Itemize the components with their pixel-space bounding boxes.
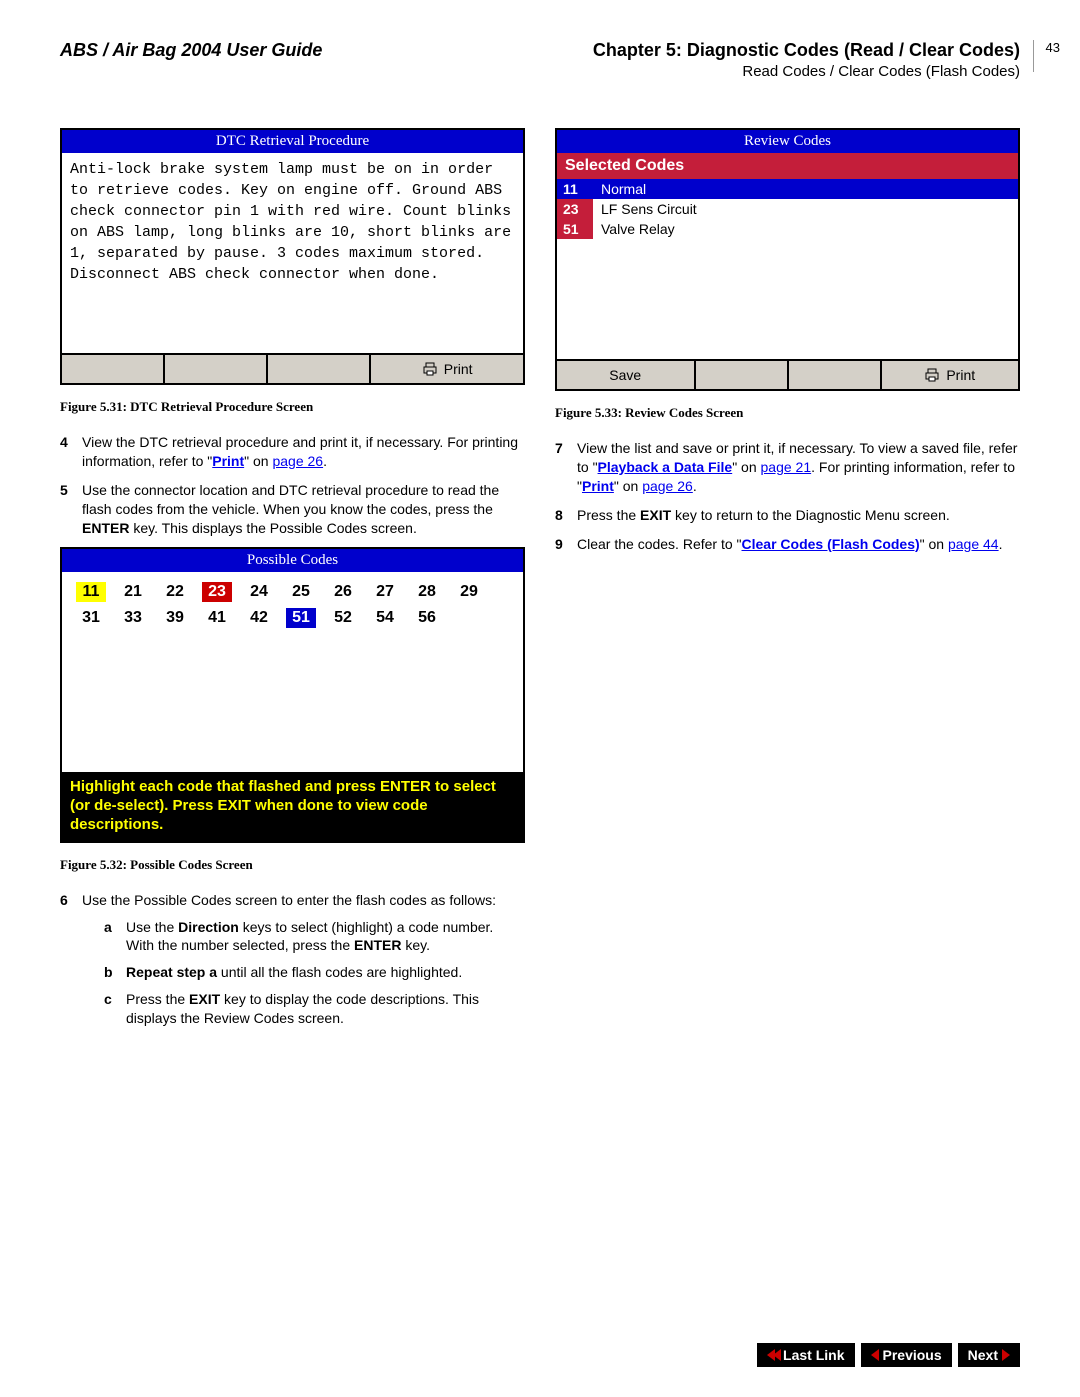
print-label: Print bbox=[946, 367, 975, 383]
possible-codes-title: Possible Codes bbox=[62, 549, 523, 572]
code-21[interactable]: 21 bbox=[118, 582, 148, 602]
code-28[interactable]: 28 bbox=[412, 582, 442, 602]
printer-icon bbox=[924, 368, 940, 382]
playback-data-file-link[interactable]: Playback a Data File bbox=[598, 459, 733, 475]
dtc-retrieval-screen: DTC Retrieval Procedure Anti-lock brake … bbox=[60, 128, 525, 385]
chapter-title: Chapter 5: Diagnostic Codes (Read / Clea… bbox=[593, 40, 1020, 61]
footer-blank-1[interactable] bbox=[62, 355, 165, 383]
left-column: DTC Retrieval Procedure Anti-lock brake … bbox=[60, 128, 525, 1046]
step-9: 9 Clear the codes. Refer to "Clear Codes… bbox=[555, 535, 1020, 554]
code-25[interactable]: 25 bbox=[286, 582, 316, 602]
step-6c: c Press the EXIT key to display the code… bbox=[104, 990, 525, 1028]
step-8-num: 8 bbox=[555, 506, 577, 525]
page-number: 43 bbox=[1033, 40, 1060, 72]
code-42[interactable]: 42 bbox=[244, 608, 274, 628]
code-54[interactable]: 54 bbox=[370, 608, 400, 628]
instruction-bar: Highlight each code that flashed and pre… bbox=[62, 772, 523, 840]
chapter-block: Chapter 5: Diagnostic Codes (Read / Clea… bbox=[593, 40, 1020, 80]
dtc-screen-body: Anti-lock brake system lamp must be on i… bbox=[62, 153, 523, 353]
codes-grid: 11 21 22 23 24 25 26 27 28 29 31 33 39 41 42 51 52 54 56 bbox=[62, 572, 523, 772]
step-5-num: 5 bbox=[60, 481, 82, 538]
figure-5-31-caption: Figure 5.31: DTC Retrieval Procedure Scr… bbox=[60, 399, 525, 415]
code-26[interactable]: 26 bbox=[328, 582, 358, 602]
footer-blank-4[interactable] bbox=[696, 361, 789, 389]
review-row-51[interactable]: 51Valve Relay bbox=[557, 219, 1018, 239]
code-22[interactable]: 22 bbox=[160, 582, 190, 602]
double-arrow-left-icon bbox=[767, 1349, 779, 1361]
figure-5-32-caption: Figure 5.32: Possible Codes Screen bbox=[60, 857, 525, 873]
save-button[interactable]: Save bbox=[557, 361, 696, 389]
review-code: 11 bbox=[557, 179, 593, 199]
step-7: 7 View the list and save or print it, if… bbox=[555, 439, 1020, 496]
code-51[interactable]: 51 bbox=[286, 608, 316, 628]
code-41[interactable]: 41 bbox=[202, 608, 232, 628]
page-header: ABS / Air Bag 2004 User Guide Chapter 5:… bbox=[60, 40, 1020, 88]
footer-blank-2[interactable] bbox=[165, 355, 268, 383]
page-21-link[interactable]: page 21 bbox=[761, 459, 812, 475]
review-desc: Valve Relay bbox=[593, 219, 683, 239]
page-44-link[interactable]: page 44 bbox=[948, 536, 999, 552]
review-codes-title: Review Codes bbox=[557, 130, 1018, 153]
right-column: Review Codes Selected Codes 11Normal23LF… bbox=[555, 128, 1020, 1046]
last-link-button[interactable]: Last Link bbox=[757, 1343, 854, 1367]
code-52[interactable]: 52 bbox=[328, 608, 358, 628]
dtc-screen-title: DTC Retrieval Procedure bbox=[62, 130, 523, 153]
review-row-23[interactable]: 23LF Sens Circuit bbox=[557, 199, 1018, 219]
selected-codes-header: Selected Codes bbox=[557, 153, 1018, 179]
code-23[interactable]: 23 bbox=[202, 582, 232, 602]
print-link-2[interactable]: Print bbox=[582, 478, 614, 494]
step-6a: a Use the Direction keys to select (high… bbox=[104, 918, 525, 956]
print-label: Print bbox=[444, 361, 473, 377]
review-code: 23 bbox=[557, 199, 593, 219]
review-body: 11Normal23LF Sens Circuit51Valve Relay bbox=[557, 179, 1018, 359]
code-24[interactable]: 24 bbox=[244, 582, 274, 602]
code-27[interactable]: 27 bbox=[370, 582, 400, 602]
footer-blank-5[interactable] bbox=[789, 361, 882, 389]
review-row-11[interactable]: 11Normal bbox=[557, 179, 1018, 199]
review-desc: LF Sens Circuit bbox=[593, 199, 705, 219]
review-desc: Normal bbox=[593, 179, 1018, 199]
code-56[interactable]: 56 bbox=[412, 608, 442, 628]
review-code: 51 bbox=[557, 219, 593, 239]
code-39[interactable]: 39 bbox=[160, 608, 190, 628]
next-button[interactable]: Next bbox=[958, 1343, 1020, 1367]
print-button-2[interactable]: Print bbox=[882, 361, 1019, 389]
footer-blank-3[interactable] bbox=[268, 355, 371, 383]
step-4-num: 4 bbox=[60, 433, 82, 471]
print-link[interactable]: Print bbox=[212, 453, 244, 469]
code-31[interactable]: 31 bbox=[76, 608, 106, 628]
page-26-link[interactable]: page 26 bbox=[272, 453, 323, 469]
code-29[interactable]: 29 bbox=[454, 582, 484, 602]
previous-button[interactable]: Previous bbox=[861, 1343, 952, 1367]
code-11[interactable]: 11 bbox=[76, 582, 106, 602]
arrow-left-icon bbox=[871, 1349, 879, 1361]
doc-title: ABS / Air Bag 2004 User Guide bbox=[60, 40, 322, 61]
chapter-subtitle: Read Codes / Clear Codes (Flash Codes) bbox=[593, 63, 1020, 80]
step-7-num: 7 bbox=[555, 439, 577, 496]
step-9-num: 9 bbox=[555, 535, 577, 554]
step-6-num: 6 bbox=[60, 891, 82, 1036]
dtc-screen-footer: Print bbox=[62, 353, 523, 383]
review-codes-screen: Review Codes Selected Codes 11Normal23LF… bbox=[555, 128, 1020, 391]
page-26-link-2[interactable]: page 26 bbox=[642, 478, 693, 494]
step-4: 4 View the DTC retrieval procedure and p… bbox=[60, 433, 525, 471]
arrow-right-icon bbox=[1002, 1349, 1010, 1361]
code-33[interactable]: 33 bbox=[118, 608, 148, 628]
step-6b: b Repeat step a until all the flash code… bbox=[104, 963, 525, 982]
step-5: 5 Use the connector location and DTC ret… bbox=[60, 481, 525, 538]
nav-buttons: Last Link Previous Next bbox=[757, 1343, 1020, 1367]
review-screen-footer: Save Print bbox=[557, 359, 1018, 389]
printer-icon bbox=[422, 362, 438, 376]
print-button[interactable]: Print bbox=[371, 355, 523, 383]
possible-codes-screen: Possible Codes 11 21 22 23 24 25 26 27 28 29 31 33 3… bbox=[60, 547, 525, 842]
step-8: 8 Press the EXIT key to return to the Di… bbox=[555, 506, 1020, 525]
figure-5-33-caption: Figure 5.33: Review Codes Screen bbox=[555, 405, 1020, 421]
clear-codes-link[interactable]: Clear Codes (Flash Codes) bbox=[742, 536, 920, 552]
step-6: 6 Use the Possible Codes screen to enter… bbox=[60, 891, 525, 1036]
